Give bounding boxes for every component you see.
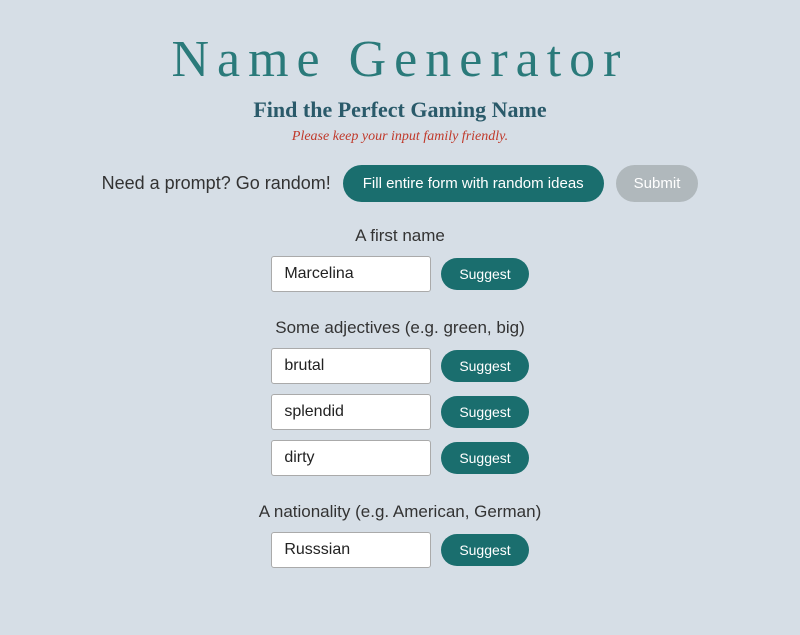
nationality-field-row: Suggest <box>271 532 528 568</box>
nationality-input[interactable] <box>271 532 431 568</box>
random-prompt-label: Need a prompt? Go random! <box>102 173 331 194</box>
adjective-1-row: Suggest <box>271 348 528 384</box>
first-name-label: A first name <box>355 226 445 246</box>
page-title: Name Generator <box>171 30 628 89</box>
first-name-input[interactable] <box>271 256 431 292</box>
disclaimer-end: family friendly. <box>420 129 508 144</box>
adjective-2-input[interactable] <box>271 394 431 430</box>
adjective-3-suggest-button[interactable]: Suggest <box>441 442 528 474</box>
first-name-field-row: Suggest <box>271 256 528 292</box>
adjective-1-input[interactable] <box>271 348 431 384</box>
nationality-label: A nationality (e.g. American, German) <box>259 502 542 522</box>
adjective-2-suggest-button[interactable]: Suggest <box>441 396 528 428</box>
disclaimer: Please keep your input family friendly. <box>292 129 508 145</box>
subtitle: Find the Perfect Gaming Name <box>253 97 546 123</box>
nationality-section: A nationality (e.g. American, German) Su… <box>40 502 760 578</box>
fill-random-button[interactable]: Fill entire form with random ideas <box>343 165 604 202</box>
disclaimer-highlight: input <box>391 129 420 144</box>
submit-button[interactable]: Submit <box>616 165 699 202</box>
adjective-1-suggest-button[interactable]: Suggest <box>441 350 528 382</box>
random-row: Need a prompt? Go random! Fill entire fo… <box>40 165 760 202</box>
first-name-section: A first name Suggest <box>40 226 760 302</box>
adjectives-label: Some adjectives (e.g. green, big) <box>275 318 524 338</box>
adjective-3-row: Suggest <box>271 440 528 476</box>
adjective-2-row: Suggest <box>271 394 528 430</box>
disclaimer-text: Please keep your <box>292 129 391 144</box>
nationality-suggest-button[interactable]: Suggest <box>441 534 528 566</box>
adjectives-section: Some adjectives (e.g. green, big) Sugges… <box>40 318 760 486</box>
adjective-3-input[interactable] <box>271 440 431 476</box>
first-name-suggest-button[interactable]: Suggest <box>441 258 528 290</box>
